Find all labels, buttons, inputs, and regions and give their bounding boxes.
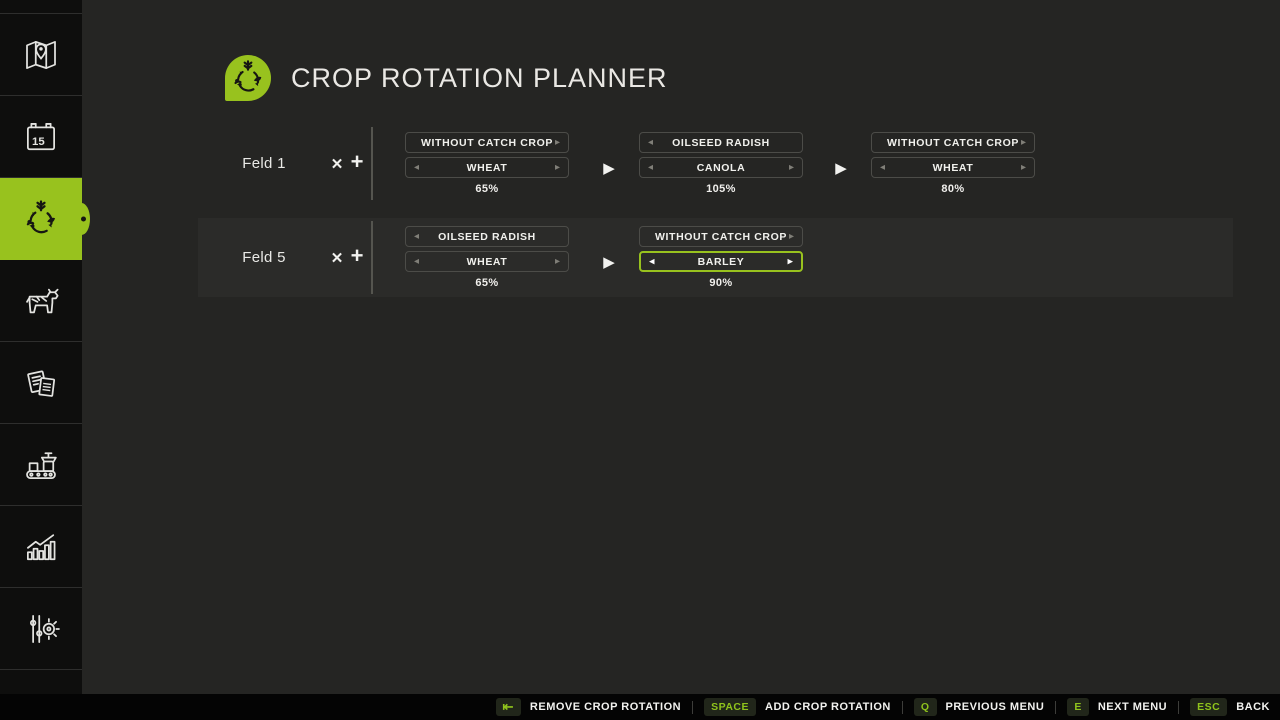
catch-crop-value: OILSEED RADISH [438,231,536,243]
active-tab-dot [81,216,86,221]
catch-crop-value: WITHOUT CATCH CROP [421,137,553,149]
q-key: Q [914,698,937,717]
row-divider [371,127,373,200]
map-icon [20,34,62,76]
crop-rotation-icon [20,198,62,240]
sidebar-item-settings[interactable] [0,588,82,670]
prev-arrow-icon[interactable]: ◂ [414,163,419,173]
cow-icon [20,280,62,322]
catch-crop-value: OILSEED RADISH [672,137,770,149]
sidebar-item-crop-rotation[interactable] [0,178,82,260]
step-arrow-icon: ▶ [601,157,617,178]
sidebar-item-calendar[interactable]: 15 [0,96,82,178]
hint-label: BACK [1236,701,1270,713]
hint-label: REMOVE CROP ROTATION [530,701,681,713]
hint-divider [692,701,693,714]
sidebar-item-prices[interactable] [0,342,82,424]
catch-crop-value: WITHOUT CATCH CROP [655,231,787,243]
prev-arrow-icon[interactable]: ◂ [414,257,419,267]
crop-selector[interactable]: ◂ WHEAT ▸ [871,157,1035,178]
esc-key: ESC [1190,698,1227,717]
crop-selector[interactable]: ◂ CANOLA ▸ [639,157,803,178]
sidebar-item-statistics[interactable] [0,506,82,588]
sidebar-item-animals[interactable] [0,260,82,342]
page-title: CROP ROTATION PLANNER [291,63,668,94]
yield-percentage: 90% [639,277,803,289]
field-row-feld-5: Feld 5 ✕ + ◂ OILSEED RADISH ▸ ◂ WHEAT ▸ … [198,218,1233,297]
hint-add-crop-rotation[interactable]: SPACE ADD CROP ROTATION [704,698,891,717]
crop-value: BARLEY [698,256,745,268]
space-key: SPACE [704,698,756,717]
catch-crop-value: WITHOUT CATCH CROP [887,137,1019,149]
catch-crop-selector[interactable]: ◂ OILSEED RADISH ▸ [639,132,803,153]
add-step-button[interactable]: + [345,218,369,297]
hint-next-menu[interactable]: E NEXT MENU [1067,698,1167,717]
add-step-button[interactable]: + [345,124,369,203]
sidebar-item-production[interactable] [0,424,82,506]
hint-label: ADD CROP ROTATION [765,701,891,713]
field-name-label: Feld 1 [198,124,330,203]
yield-percentage: 65% [405,183,569,195]
sidebar-top-stub [0,0,82,14]
next-arrow-icon[interactable]: ▸ [555,257,560,267]
step-arrow-icon: ▶ [833,157,849,178]
yield-percentage: 105% [639,183,803,195]
next-arrow-icon[interactable]: ▸ [555,138,560,148]
catch-crop-selector[interactable]: ◂ WITHOUT CATCH CROP ▸ [871,132,1035,153]
bar-chart-icon [20,526,62,568]
sidebar-item-map[interactable] [0,14,82,96]
rotation-step: ◂ OILSEED RADISH ▸ ◂ WHEAT ▸ 65% [405,226,569,289]
field-name-label: Feld 5 [198,218,330,297]
hint-divider [1178,701,1179,714]
hint-divider [902,701,903,714]
crop-selector[interactable]: ◂ WHEAT ▸ [405,157,569,178]
prev-arrow-icon[interactable]: ◂ [880,163,885,173]
prev-arrow-icon[interactable]: ◂ [414,232,419,242]
hint-label: NEXT MENU [1098,701,1167,713]
delete-key-icon: ⇤ [496,698,521,717]
catch-crop-selector[interactable]: ◂ WITHOUT CATCH CROP ▸ [405,132,569,153]
next-arrow-icon[interactable]: ▸ [555,163,560,173]
page-header: CROP ROTATION PLANNER [225,55,668,101]
crop-value: WHEAT [467,162,508,174]
hint-remove-crop-rotation[interactable]: ⇤ REMOVE CROP ROTATION [496,698,682,717]
crop-selector[interactable]: ◂ WHEAT ▸ [405,251,569,272]
keyboard-hint-bar: ⇤ REMOVE CROP ROTATION SPACE ADD CROP RO… [0,694,1280,720]
hint-previous-menu[interactable]: Q PREVIOUS MENU [914,698,1044,717]
next-arrow-icon[interactable]: ▸ [789,232,794,242]
next-arrow-icon[interactable]: ▸ [1021,163,1026,173]
crop-selector-focused[interactable]: ◂ BARLEY ▸ [639,251,803,272]
field-row-feld-1: Feld 1 ✕ + ◂ WITHOUT CATCH CROP ▸ ◂ WHEA… [198,124,1233,203]
prev-arrow-icon[interactable]: ◂ [648,163,653,173]
hint-divider [1055,701,1056,714]
crop-value: WHEAT [467,256,508,268]
prev-arrow-icon[interactable]: ◂ [649,256,655,267]
calendar-day-badge: 15 [32,135,45,147]
row-divider [371,221,373,294]
catch-crop-selector[interactable]: ◂ OILSEED RADISH ▸ [405,226,569,247]
calendar-icon: 15 [20,116,62,158]
e-key: E [1067,698,1089,717]
hint-label: PREVIOUS MENU [946,701,1045,713]
crop-rotation-header-icon [225,55,271,101]
next-arrow-icon[interactable]: ▸ [789,163,794,173]
hint-back[interactable]: ESC BACK [1190,698,1270,717]
sliders-gear-icon [20,608,62,650]
step-arrow-icon: ▶ [601,251,617,272]
rotation-step: ◂ OILSEED RADISH ▸ ◂ CANOLA ▸ 105% [639,132,803,195]
catch-crop-selector[interactable]: ◂ WITHOUT CATCH CROP ▸ [639,226,803,247]
crop-value: WHEAT [933,162,974,174]
rotation-step: ◂ WITHOUT CATCH CROP ▸ ◂ WHEAT ▸ 65% [405,132,569,195]
documents-icon [20,362,62,404]
next-arrow-icon[interactable]: ▸ [787,256,793,267]
rotation-step: ◂ WITHOUT CATCH CROP ▸ ◂ BARLEY ▸ 90% [639,226,803,289]
yield-percentage: 65% [405,277,569,289]
production-icon [20,444,62,486]
next-arrow-icon[interactable]: ▸ [1021,138,1026,148]
yield-percentage: 80% [871,183,1035,195]
prev-arrow-icon[interactable]: ◂ [648,138,653,148]
sidebar: 15 [0,0,82,694]
rotation-step: ◂ WITHOUT CATCH CROP ▸ ◂ WHEAT ▸ 80% [871,132,1035,195]
crop-value: CANOLA [697,162,746,174]
